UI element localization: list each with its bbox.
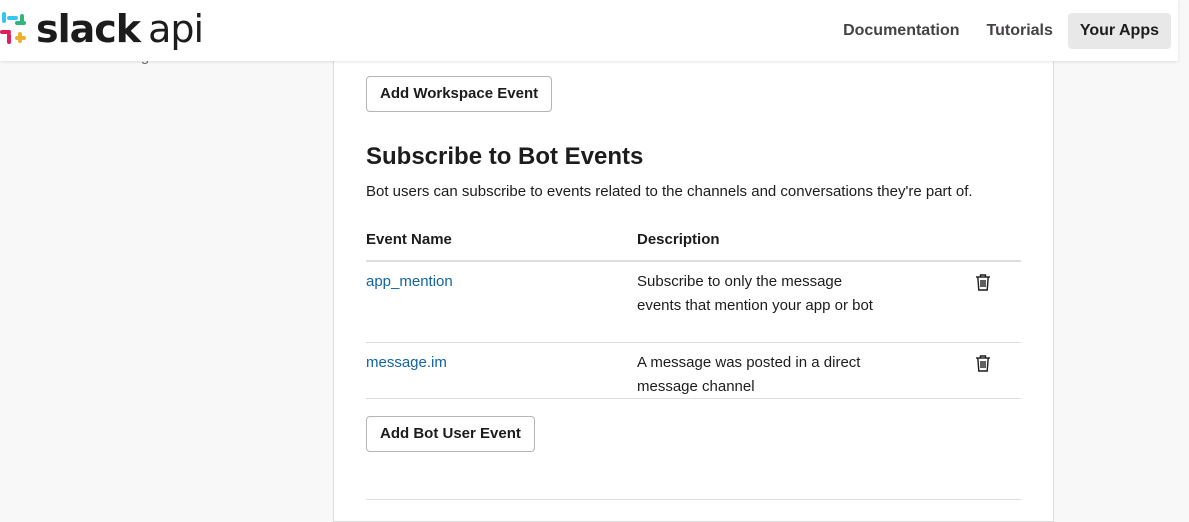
slack-logo-icon — [0, 12, 26, 44]
logo-wordmark: slack api — [36, 7, 204, 51]
trash-icon[interactable] — [973, 353, 993, 373]
add-bot-user-event-button[interactable]: Add Bot User Event — [366, 416, 535, 452]
trash-icon[interactable] — [973, 272, 993, 292]
table-header-divider — [366, 260, 1021, 262]
row-divider — [366, 398, 1021, 399]
event-description: Subscribe to only the message events tha… — [637, 273, 873, 314]
column-header-event-name: Event Name — [366, 231, 452, 248]
slack-api-logo[interactable]: slack api — [0, 7, 204, 51]
nav-documentation[interactable]: Documentation — [831, 13, 971, 49]
column-header-description: Description — [637, 231, 720, 248]
add-workspace-event-button[interactable]: Add Workspace Event — [366, 76, 553, 112]
event-name-link[interactable]: app_mention — [366, 273, 453, 290]
top-navigation-bar: slack api Documentation Tutorials Your Ap… — [0, 0, 1178, 61]
row-divider — [366, 342, 1021, 343]
section-description: Bot users can subscribe to events relate… — [366, 183, 973, 200]
event-name-link[interactable]: message.im — [366, 354, 447, 371]
event-description: A message was posted in a direct message… — [637, 354, 861, 395]
section-title: Subscribe to Bot Events — [366, 143, 644, 170]
nav-your-apps[interactable]: Your Apps — [1067, 13, 1171, 49]
page-scrollbar[interactable] — [1178, 0, 1189, 509]
section-divider — [366, 499, 1021, 500]
nav-tutorials[interactable]: Tutorials — [975, 13, 1065, 49]
main-nav: Documentation Tutorials Your Apps — [828, 13, 1171, 49]
